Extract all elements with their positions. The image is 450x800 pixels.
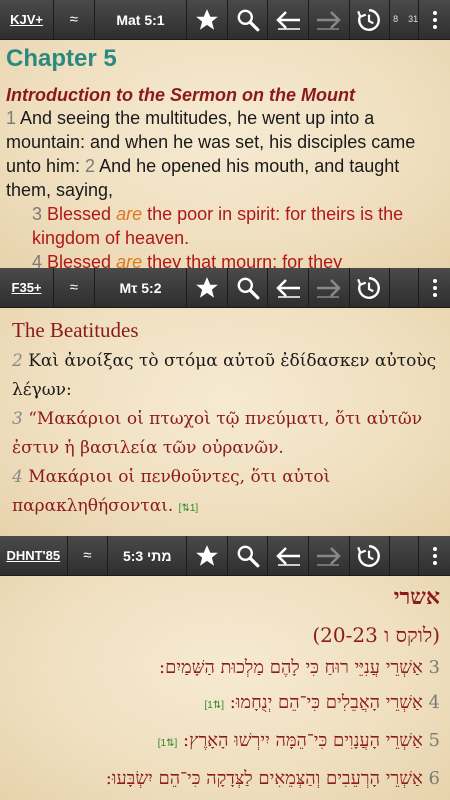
- star-icon: [196, 544, 218, 566]
- back-arrow-icon: [276, 546, 301, 566]
- verse-block: 3 אַשְׁרֵי עֲנִיֵּי רוּחַ כִּי לָהֶם מַל…: [10, 650, 440, 685]
- menu-button[interactable]: [419, 268, 450, 307]
- verse-text: אַשְׁרֵי עֲנִיֵּי רוּחַ כִּי לָהֶם מַלְכ…: [159, 657, 423, 678]
- verse-block: 3 Blessed are the poor in spirit: for th…: [6, 202, 444, 250]
- sync-button[interactable]: ≈: [54, 268, 95, 307]
- search-button[interactable]: [228, 536, 269, 575]
- history-button[interactable]: [350, 536, 391, 575]
- overflow-menu-icon: [432, 278, 437, 297]
- star-icon: [196, 8, 218, 30]
- count-current: 8: [393, 14, 399, 24]
- version-button[interactable]: DHNT'85: [0, 536, 68, 575]
- verse-block: 6 אַשְׁרֵי הָרְעֵבִים וְהַצְּמֵאִים לַצְ…: [10, 761, 440, 796]
- section-heading: Introduction to the Sermon on the Mount: [6, 85, 355, 105]
- chapter-title: Chapter 5: [6, 45, 117, 72]
- verse-number[interactable]: 3: [12, 409, 23, 429]
- verse-counts: 8 31: [390, 0, 420, 39]
- verse-italic: are: [116, 252, 143, 268]
- history-icon: [357, 276, 381, 299]
- cross-reference-link[interactable]: [⇅1]: [205, 700, 225, 711]
- verse-block: 4 Μακάριοι οἱ πενθοῦντες, ὅτι αὐτοὶ παρα…: [12, 463, 438, 523]
- back-arrow-icon: [276, 278, 301, 298]
- pane-greek[interactable]: The Beatitudes 2 Καὶ ἀνοίξας τὸ στόμα αὐ…: [0, 308, 450, 536]
- verse-text: Καὶ ἀνοίξας τὸ στόμα αὐτοῦ ἐδίδασκεν αὐτ…: [12, 351, 437, 400]
- verse-text: “Μακάριοι οἱ πτωχοὶ τῷ πνεύματι, ὅτι αὐτ…: [12, 409, 423, 458]
- verse-text: they that mourn: for they: [142, 252, 343, 268]
- history-icon: [357, 544, 381, 567]
- menu-button[interactable]: [419, 536, 450, 575]
- verse-text: Μακάριοι οἱ πενθοῦντες, ὅτι αὐτοὶ παρακλ…: [12, 467, 331, 516]
- overflow-menu-icon: [432, 546, 437, 565]
- verse-text: Blessed: [42, 252, 117, 268]
- back-button[interactable]: [268, 268, 309, 307]
- menu-button[interactable]: [419, 0, 450, 39]
- bookmark-button[interactable]: [187, 536, 228, 575]
- cross-reference-link[interactable]: [⇅1]: [158, 738, 178, 749]
- verse-block: 5 אַשְׁרֵי הָעֲנָוִים כִּי־הֵמָּה יִירְש…: [10, 723, 440, 761]
- pane-kjv[interactable]: Chapter 5 Introduction to the Sermon on …: [0, 40, 450, 268]
- toolbar-hebrew: DHNT'85 ≈ מתי 5:3: [0, 536, 450, 576]
- search-icon: [237, 545, 260, 567]
- verse-number[interactable]: 4: [429, 692, 440, 713]
- verse-number[interactable]: 3: [429, 657, 440, 678]
- reference-button[interactable]: Mat 5:1: [95, 0, 188, 39]
- verse-number[interactable]: 1: [6, 108, 16, 128]
- version-button[interactable]: F35+: [0, 268, 55, 307]
- verse-block: 3 “Μακάριοι οἱ πτωχοὶ τῷ πνεύματι, ὅτι α…: [12, 405, 438, 463]
- toolbar-spacer: [390, 268, 420, 307]
- verse-number[interactable]: 2: [12, 351, 23, 371]
- verse-italic: are: [116, 204, 143, 224]
- bookmark-button[interactable]: [187, 268, 228, 307]
- reference-button[interactable]: Μτ 5:2: [95, 268, 188, 307]
- toolbar-kjv: KJV+ ≈ Mat 5:1 8 31: [0, 0, 450, 40]
- overflow-menu-icon: [432, 10, 437, 29]
- verse-number[interactable]: 6: [429, 768, 440, 789]
- verse-block: 4 אַשְׁרֵי הָאֲבֵלִים כִּי־הֵם יְנֻחָמוּ…: [10, 685, 440, 723]
- verse-number[interactable]: 5: [429, 730, 440, 751]
- pane-hebrew[interactable]: אשרי (לוקס ו 20-23) 3 אַשְׁרֵי עֲנִיֵּי …: [0, 576, 450, 800]
- toolbar-greek: F35+ ≈ Μτ 5:2: [0, 268, 450, 308]
- history-icon: [357, 8, 381, 31]
- verse-text: אַשְׁרֵי הָרְעֵבִים וְהַצְּמֵאִים לַצְּד…: [105, 768, 423, 789]
- bookmark-button[interactable]: [187, 0, 228, 39]
- section-heading: אשרי: [393, 584, 440, 610]
- history-button[interactable]: [350, 268, 391, 307]
- sync-button[interactable]: ≈: [68, 536, 109, 575]
- verse-text: Blessed: [42, 204, 117, 224]
- forward-arrow-icon: [316, 278, 341, 298]
- search-button[interactable]: [228, 268, 269, 307]
- forward-arrow-icon: [316, 10, 341, 30]
- search-icon: [237, 277, 260, 299]
- sync-button[interactable]: ≈: [54, 0, 95, 39]
- version-button[interactable]: KJV+: [0, 0, 55, 39]
- verse-number[interactable]: 4: [32, 252, 42, 268]
- verse-text: אַשְׁרֵי הָעֲנָוִים כִּי־הֵמָּה יִירְשׁו…: [183, 730, 423, 751]
- back-arrow-icon: [276, 10, 301, 30]
- forward-arrow-icon: [316, 546, 341, 566]
- verse-number[interactable]: 3: [32, 204, 42, 224]
- verse-number[interactable]: 4: [12, 467, 23, 487]
- history-button[interactable]: [350, 0, 391, 39]
- back-button[interactable]: [268, 0, 309, 39]
- forward-button[interactable]: [309, 536, 350, 575]
- forward-button[interactable]: [309, 268, 350, 307]
- search-icon: [237, 9, 260, 31]
- toolbar-spacer: [390, 536, 420, 575]
- star-icon: [196, 276, 218, 298]
- section-heading: The Beatitudes: [12, 318, 139, 342]
- verse-text: אַשְׁרֵי הָאֲבֵלִים כִּי־הֵם יְנֻחָמוּ:: [229, 692, 423, 713]
- cross-reference-link[interactable]: [⇅1]: [179, 503, 199, 514]
- search-button[interactable]: [228, 0, 269, 39]
- reference-button[interactable]: מתי 5:3: [108, 536, 188, 575]
- verse-block: 2 Καὶ ἀνοίξας τὸ στόμα αὐτοῦ ἐδίδασκεν α…: [12, 347, 438, 405]
- forward-button[interactable]: [309, 0, 350, 39]
- verse-number[interactable]: 2: [85, 156, 95, 176]
- count-total: 31: [408, 14, 419, 24]
- verse-block: 1 And seeing the multitudes, he went up …: [6, 106, 444, 202]
- section-subheading: (לוקס ו 20-23): [312, 623, 440, 647]
- verse-block: 4 Blessed are they that mourn: for they: [6, 250, 444, 268]
- back-button[interactable]: [268, 536, 309, 575]
